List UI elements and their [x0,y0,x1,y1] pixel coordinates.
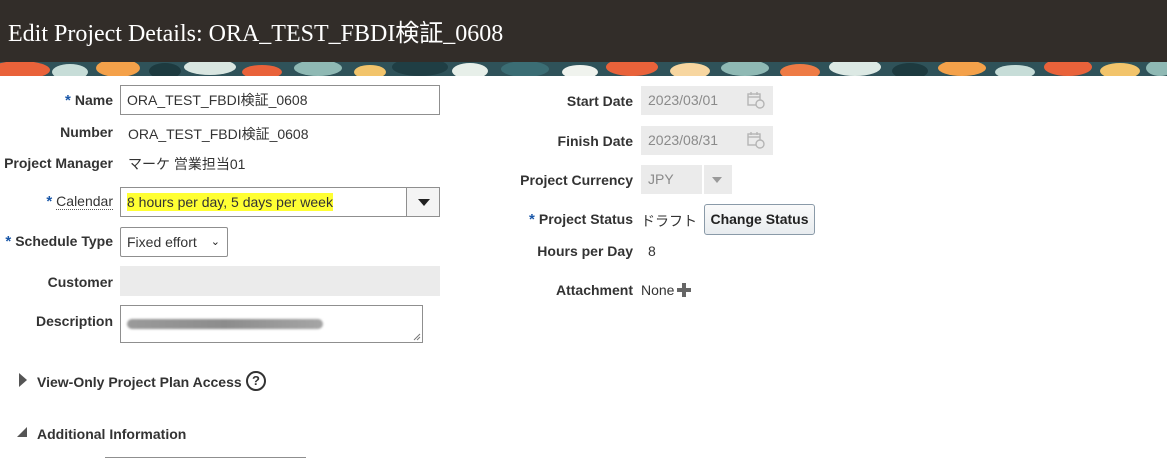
attachment-value: None [641,282,675,298]
schedule-type-value: Fixed effort [127,234,197,250]
title-bar: Edit Project Details: ORA_TEST_FBDI検証_06… [0,0,1167,62]
project-currency-value: JPY [648,171,674,187]
required-star: * [46,193,53,210]
schedule-type-select[interactable]: Fixed effort ⌄ [120,227,228,257]
decorative-banner [0,62,1167,76]
collapse-icon[interactable] [17,427,27,437]
schedule-type-label-text: Schedule Type [15,233,113,249]
finish-date-label: Finish Date [557,133,633,149]
calendar-icon [747,132,765,149]
description-label: Description [35,313,113,329]
number-value: ORA_TEST_FBDI検証_0608 [128,126,309,142]
expand-icon[interactable] [19,373,27,387]
change-status-button[interactable]: Change Status [704,204,815,235]
project-currency-label: Project Currency [520,172,633,188]
project-currency-input: JPY [641,165,704,194]
calendar-dropdown-button[interactable] [406,187,440,217]
calendar-value: 8 hours per day, 5 days per week [127,193,333,211]
description-textarea[interactable] [120,305,423,343]
name-label: * Name [65,92,113,109]
schedule-type-label: * Schedule Type [5,233,113,250]
project-status-label-text: Project Status [538,211,633,227]
hours-per-day-label: Hours per Day [537,243,633,259]
required-star: * [5,233,12,250]
view-only-section-header[interactable]: View-Only Project Plan Access [37,374,242,390]
additional-information-section-header[interactable]: Additional Information [37,426,186,442]
required-star: * [65,92,71,109]
finish-date-value: 2023/08/31 [648,132,719,148]
number-label: Number [60,124,113,140]
project-manager-value: マーケ 営業担当01 [128,156,246,172]
start-date-value: 2023/03/01 [648,92,719,108]
chevron-down-icon: ⌄ [210,236,220,248]
required-star: * [529,211,535,228]
customer-input[interactable] [120,266,440,296]
calendar-input[interactable]: 8 hours per day, 5 days per week [120,187,408,217]
calendar-label-text[interactable]: Calendar [56,193,113,210]
currency-dropdown-button [702,165,732,194]
help-icon[interactable]: ? [246,371,266,391]
divider [105,457,306,458]
add-attachment-icon[interactable] [676,282,692,298]
project-manager-label: Project Manager [4,155,113,171]
name-input[interactable]: ORA_TEST_FBDI検証_0608 [120,85,440,115]
attachment-label: Attachment [555,282,633,298]
hours-per-day-value: 8 [648,243,656,259]
dropdown-arrow-icon [712,177,722,183]
customer-label: Customer [47,274,113,290]
page-title: Edit Project Details: ORA_TEST_FBDI検証_06… [8,21,504,47]
resize-handle-icon[interactable] [413,333,421,341]
redacted-text [127,319,323,329]
start-date-label: Start Date [566,93,633,109]
project-status-label: * Project Status [529,211,633,228]
project-status-value: ドラフト [641,213,697,229]
calendar-icon [747,92,765,109]
dropdown-arrow-icon [418,199,430,206]
calendar-label: * Calendar [46,193,113,210]
name-label-text: Name [74,92,113,108]
